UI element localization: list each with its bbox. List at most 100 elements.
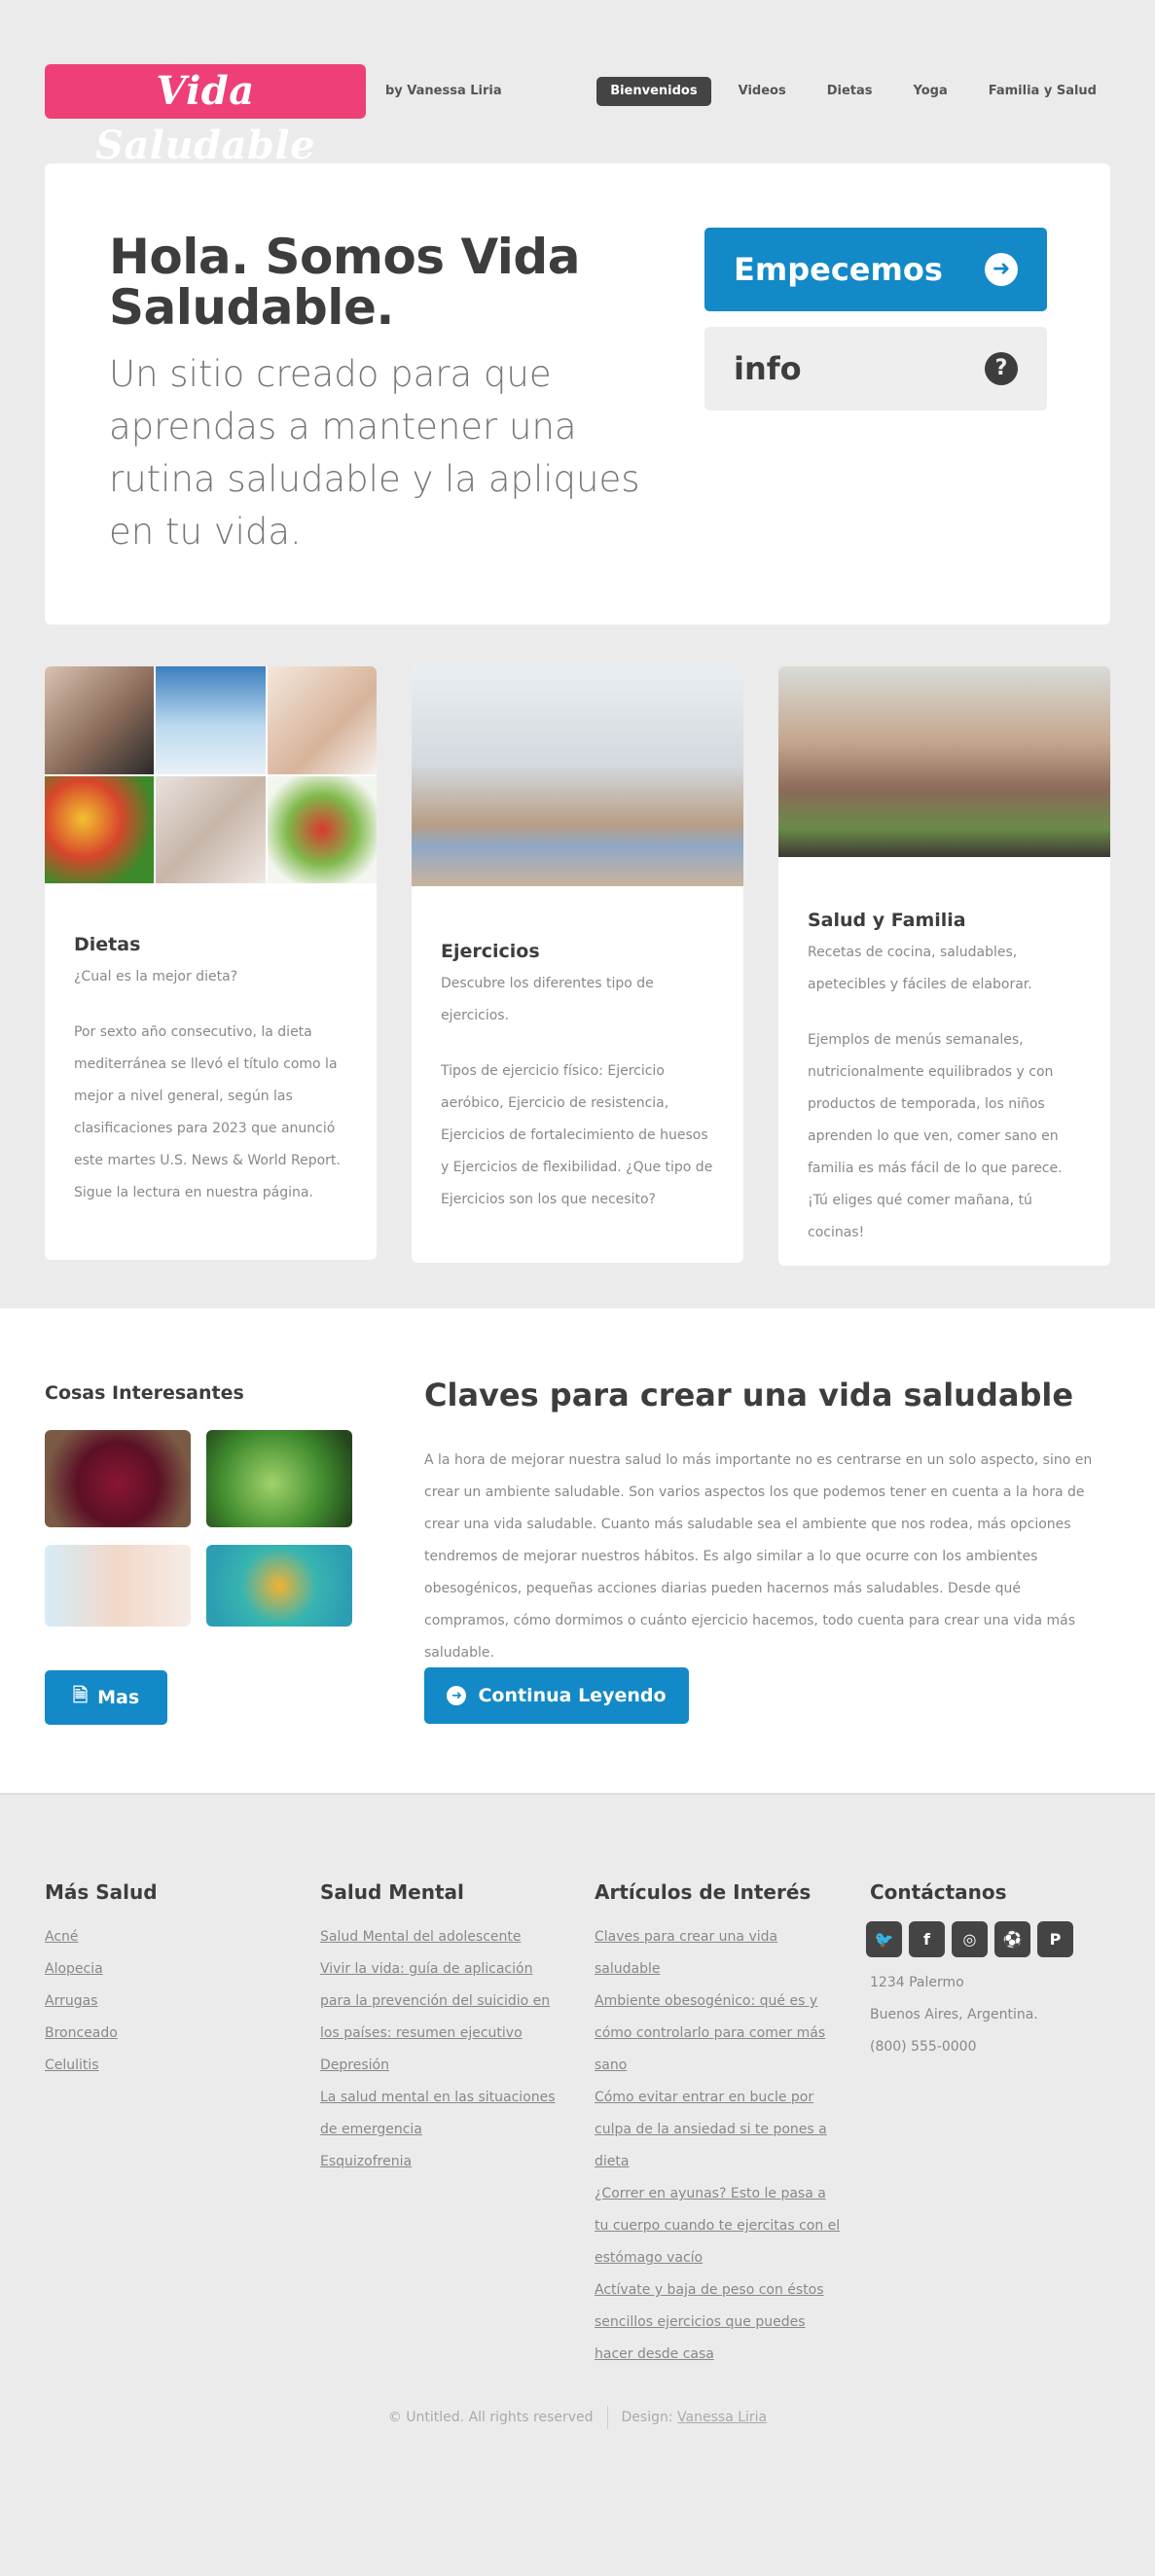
facebook-icon[interactable]: f <box>909 1921 945 1957</box>
footer-link-item: Cómo evitar entrar en bucle por culpa de… <box>595 2082 842 2178</box>
fruit-fork-image <box>267 775 377 883</box>
footer-link[interactable]: Actívate y baja de peso con éstos sencil… <box>595 2282 824 2362</box>
continua-leyendo-button[interactable]: ➜ Continua Leyendo <box>424 1667 689 1724</box>
footer-link-item: Claves para crear una vida saludable <box>595 1921 842 1986</box>
nav-item-familia-y-salud[interactable]: Familia y Salud <box>975 77 1110 106</box>
footer-link-item: Actívate y baja de peso con éstos sencil… <box>595 2274 842 2371</box>
footer-link[interactable]: Ambiente obesogénico: qué es y cómo cont… <box>595 1993 825 2073</box>
instagram-icon[interactable]: ◎ <box>952 1921 988 1957</box>
beets-thumbnail[interactable] <box>45 1430 191 1527</box>
social-links: 🐦 f ◎ ⚽ P <box>866 1921 1113 1957</box>
footer-col-contactanos: Contáctanos 🐦 f ◎ ⚽ P 1234 Palermo Bueno… <box>866 1880 1113 2063</box>
footer-link-item: Acné <box>45 1921 288 1953</box>
site-byline: by Vanessa Liria <box>385 84 502 98</box>
footer-link-item: Esquizofrenia <box>320 2146 567 2178</box>
footer-link[interactable]: Alopecia <box>45 1961 103 1977</box>
main-nav: Bienvenidos Videos Dietas Yoga Familia y… <box>596 77 1110 106</box>
card-dietas: Dietas ¿Cual es la mejor dieta? Por sext… <box>45 666 377 1260</box>
site-logo[interactable]: Vida Saludable <box>45 64 366 168</box>
footer-col-title: Más Salud <box>45 1880 158 1904</box>
mas-button[interactable]: 🗎 Mas <box>45 1670 167 1725</box>
footer-link[interactable]: Acné <box>45 1929 79 1945</box>
footer-link[interactable]: Claves para crear una vida saludable <box>595 1929 777 1977</box>
footer-link[interactable]: ¿Correr en ayunas? Esto le pasa a tu cue… <box>595 2186 840 2266</box>
vegetables-image <box>45 775 155 883</box>
footer-link[interactable]: Arrugas <box>45 1993 97 2009</box>
card-subtitle: Recetas de cocina, saludables, apetecibl… <box>808 945 1032 992</box>
article-title: Claves para crear una vida saludable <box>424 1377 1074 1413</box>
design-label: Design: <box>621 2410 673 2425</box>
card-subtitle: ¿Cual es la mejor dieta? <box>74 969 238 984</box>
family-image[interactable] <box>778 666 1110 857</box>
nav-item-yoga[interactable]: Yoga <box>900 77 961 106</box>
copyright-divider <box>606 2406 608 2429</box>
nav-item-bienvenidos[interactable]: Bienvenidos <box>596 77 711 106</box>
footer-link-item: Depresión <box>320 2050 567 2082</box>
dietas-image-mosaic[interactable] <box>45 666 377 883</box>
healthy-items-thumbnail[interactable] <box>206 1545 352 1627</box>
dribbble-icon[interactable]: ⚽ <box>994 1921 1030 1957</box>
footer-link-item: Vivir la vida: guía de aplicación para l… <box>320 1953 567 2050</box>
footer-link[interactable]: Depresión <box>320 2057 389 2073</box>
footer-link[interactable]: La salud mental en las situaciones de em… <box>320 2090 556 2137</box>
card-text: Por sexto año consecutivo, la dieta medi… <box>74 1024 341 1200</box>
copyright-bar: © Untitled. All rights reserved Design: V… <box>0 2406 1155 2429</box>
footer-link[interactable]: Cómo evitar entrar en bucle por culpa de… <box>595 2090 827 2169</box>
footer-link-item: Celulitis <box>45 2050 288 2082</box>
site-header: Vida Saludable by Vanessa Liria Bienveni… <box>45 64 1110 168</box>
footer-link[interactable]: Vivir la vida: guía de aplicación para l… <box>320 1961 550 2041</box>
hero-section: Hola. Somos Vida Saludable. Un sitio cre… <box>45 163 1110 625</box>
cosas-interesantes-title: Cosas Interesantes <box>45 1382 244 1404</box>
dietas-card-body: Dietas ¿Cual es la mejor dieta? Por sext… <box>74 934 347 1209</box>
card-title: Salud y Familia <box>808 910 966 931</box>
footer-col-title: Salud Mental <box>320 1880 464 1904</box>
card-subtitle: Descubre los diferentes tipo de ejercici… <box>441 976 654 1023</box>
exercise-image[interactable] <box>412 666 743 886</box>
waist-measure-image <box>156 775 266 883</box>
footer-link[interactable]: Celulitis <box>45 2057 99 2073</box>
nav-item-dietas[interactable]: Dietas <box>813 77 886 106</box>
footer-link[interactable]: Esquizofrenia <box>320 2154 412 2169</box>
footer-col-mas-salud: Más Salud Acné Alopecia Arrugas Broncead… <box>45 1880 288 2082</box>
footer-col-salud-mental: Salud Mental Salud Mental del adolescent… <box>320 1880 567 2178</box>
card-title: Ejercicios <box>441 941 540 962</box>
card-salud-y-familia: Salud y Familia Recetas de cocina, salud… <box>778 666 1110 1266</box>
skincare-thumbnail[interactable] <box>45 1545 191 1627</box>
info-label: info <box>734 350 802 387</box>
footer-link[interactable]: Bronceado <box>45 2025 118 2041</box>
footer-link-item: Ambiente obesogénico: qué es y cómo cont… <box>595 1986 842 2082</box>
contact-phone: (800) 555-0000 <box>870 2039 977 2055</box>
arrow-right-circle-icon: ➜ <box>985 253 1018 286</box>
nav-item-videos[interactable]: Videos <box>725 77 800 106</box>
empecemos-button[interactable]: Empecemos ➜ <box>704 228 1047 311</box>
designer-link[interactable]: Vanessa Liria <box>677 2410 767 2425</box>
arrow-right-circle-icon: ➜ <box>447 1686 467 1705</box>
article-text: A la hora de mejorar nuestra salud lo má… <box>424 1452 1093 1661</box>
pinterest-icon[interactable]: P <box>1037 1921 1073 1957</box>
footer-link-item: ¿Correr en ayunas? Esto le pasa a tu cue… <box>595 2178 842 2274</box>
footer-link-item: Bronceado <box>45 2018 288 2050</box>
twitter-icon[interactable]: 🐦 <box>866 1921 902 1957</box>
copyright-text: © Untitled. All rights reserved <box>387 2410 594 2425</box>
mas-label: Mas <box>97 1687 140 1708</box>
card-text: Tipos de ejercicio físico: Ejercicio aer… <box>441 1063 713 1207</box>
footer-link-item: La salud mental en las situaciones de em… <box>320 2082 567 2146</box>
footer-col-title: Contáctanos <box>870 1880 1007 1904</box>
hero-subtitle: Un sitio creado para que aprendas a mant… <box>109 353 640 553</box>
green-juice-thumbnail[interactable] <box>206 1430 352 1527</box>
footer-link-item: Arrugas <box>45 1986 288 2018</box>
card-text: Ejemplos de menús semanales, nutricional… <box>808 1032 1063 1240</box>
contact-address-line2: Buenos Aires, Argentina. <box>870 2007 1038 2022</box>
continua-leyendo-label: Continua Leyendo <box>478 1685 667 1706</box>
footer-link-item: Salud Mental del adolescente <box>320 1921 567 1953</box>
info-button[interactable]: info ? <box>704 327 1047 411</box>
contact-address-line1: 1234 Palermo <box>870 1975 964 1990</box>
empecemos-label: Empecemos <box>734 251 943 288</box>
footer-links: Claves para crear una vida saludable Amb… <box>595 1921 842 2371</box>
footer-links: Salud Mental del adolescente Vivir la vi… <box>320 1921 567 2178</box>
fitness-woman-image <box>45 666 155 774</box>
massage-image <box>267 666 377 774</box>
middle-section: Cosas Interesantes 🗎 Mas Claves para cre… <box>0 1308 1155 1795</box>
footer-col-articulos: Artículos de Interés Claves para crear u… <box>595 1880 842 2371</box>
footer-link[interactable]: Salud Mental del adolescente <box>320 1929 522 1945</box>
